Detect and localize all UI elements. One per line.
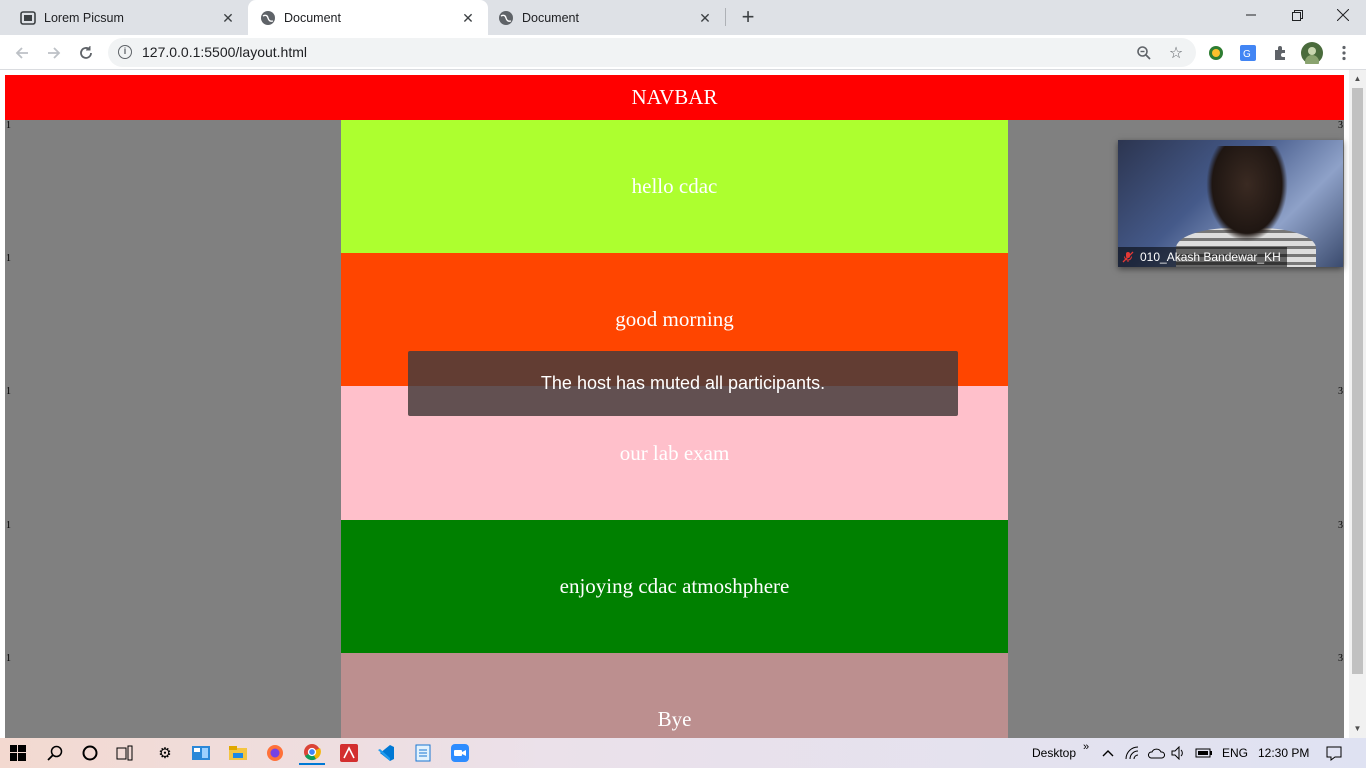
picsum-icon	[20, 10, 36, 26]
zoom-icon[interactable]	[1130, 39, 1158, 67]
zoom-app-icon[interactable]	[447, 741, 473, 765]
right-number: 3	[1338, 386, 1343, 397]
reload-button[interactable]	[72, 39, 100, 67]
tab-document-active[interactable]: Document ✕	[248, 0, 488, 35]
close-window-button[interactable]	[1320, 0, 1366, 30]
clock[interactable]: 12:30 PM	[1258, 738, 1309, 768]
tab-lorem-picsum[interactable]: Lorem Picsum ✕	[0, 0, 248, 35]
left-number: 1	[6, 253, 11, 264]
participant-namebar: 010_Akash Bandewar_KH	[1118, 247, 1287, 267]
left-number: 1	[6, 120, 11, 131]
close-icon[interactable]: ✕	[697, 10, 713, 26]
close-icon[interactable]: ✕	[220, 10, 236, 26]
site-info-icon[interactable]: i	[118, 45, 132, 59]
forward-button[interactable]	[40, 39, 68, 67]
scroll-down-arrow-icon[interactable]: ▼	[1349, 722, 1366, 736]
scrollbar-thumb[interactable]	[1352, 88, 1363, 674]
right-number: 3	[1338, 653, 1343, 664]
settings-gear-icon[interactable]: ⚙	[152, 741, 178, 765]
scroll-up-arrow-icon[interactable]: ▲	[1349, 72, 1366, 86]
battery-icon[interactable]	[1191, 741, 1217, 765]
menu-kebab-icon[interactable]	[1330, 39, 1358, 67]
navbar: NAVBAR	[5, 75, 1344, 120]
tab-strip: Lorem Picsum ✕ Document ✕ Document ✕ +	[0, 0, 1366, 35]
chrome-icon[interactable]	[299, 741, 325, 765]
firefox-icon[interactable]	[262, 741, 288, 765]
bookmark-star-icon[interactable]: ☆	[1162, 39, 1190, 67]
task-view-icon[interactable]	[112, 741, 138, 765]
participant-video[interactable]: 010_Akash Bandewar_KH	[1118, 140, 1343, 267]
minimize-button[interactable]	[1228, 0, 1274, 30]
new-tab-button[interactable]: +	[735, 5, 761, 31]
left-number: 1	[6, 653, 11, 664]
content-block-1: hello cdac	[341, 120, 1008, 253]
vertical-scrollbar[interactable]: ▲ ▼	[1349, 70, 1366, 738]
participant-name: 010_Akash Bandewar_KH	[1140, 250, 1281, 264]
tab-separator	[725, 8, 726, 26]
right-number: 3	[1338, 520, 1343, 531]
translate-icon[interactable]: G	[1234, 39, 1262, 67]
globe-icon	[260, 10, 276, 26]
action-center-icon[interactable]	[1321, 741, 1347, 765]
close-icon[interactable]: ✕	[460, 10, 476, 26]
restore-button[interactable]	[1274, 0, 1320, 30]
control-panel-icon[interactable]	[188, 741, 214, 765]
right-number: 3	[1338, 120, 1343, 131]
globe-icon	[498, 10, 514, 26]
content-block-5: Bye	[341, 653, 1008, 738]
mute-notification: The host has muted all participants.	[408, 351, 958, 416]
windows-taskbar: ⚙ Desktop » ENG 12:30 PM	[0, 738, 1366, 768]
extensions-puzzle-icon[interactable]	[1266, 39, 1294, 67]
muted-mic-icon	[1122, 251, 1134, 263]
tab-document[interactable]: Document ✕	[488, 0, 725, 35]
tab-title: Document	[522, 10, 579, 25]
search-icon[interactable]	[42, 741, 68, 765]
left-number: 1	[6, 386, 11, 397]
windows-start-icon[interactable]	[5, 741, 31, 765]
svg-text:G: G	[1243, 49, 1251, 60]
address-bar[interactable]: i 127.0.0.1:5500/layout.html	[108, 38, 1196, 67]
back-button[interactable]	[8, 39, 36, 67]
url-text: 127.0.0.1:5500/layout.html	[142, 44, 308, 60]
video-person	[1206, 146, 1288, 242]
content-block-4: enjoying cdac atmoshphere	[341, 520, 1008, 653]
tab-title: Lorem Picsum	[44, 10, 124, 25]
notepad-icon[interactable]	[410, 741, 436, 765]
desktop-toolbar-label[interactable]: Desktop	[1032, 738, 1076, 768]
cortana-icon[interactable]	[77, 741, 103, 765]
extension-globe-icon[interactable]	[1202, 39, 1230, 67]
file-explorer-icon[interactable]	[225, 741, 251, 765]
vscode-icon[interactable]	[373, 741, 399, 765]
acrobat-icon[interactable]	[336, 741, 362, 765]
toolbar-chevron-icon[interactable]: »	[1083, 732, 1089, 762]
left-number: 1	[6, 520, 11, 531]
profile-avatar[interactable]	[1298, 39, 1326, 67]
browser-toolbar: i 127.0.0.1:5500/layout.html ☆ G	[0, 35, 1366, 70]
language-indicator[interactable]: ENG	[1222, 738, 1248, 768]
tab-title: Document	[284, 10, 341, 25]
show-hidden-icons-icon[interactable]	[1095, 741, 1121, 765]
volume-icon[interactable]	[1166, 741, 1192, 765]
